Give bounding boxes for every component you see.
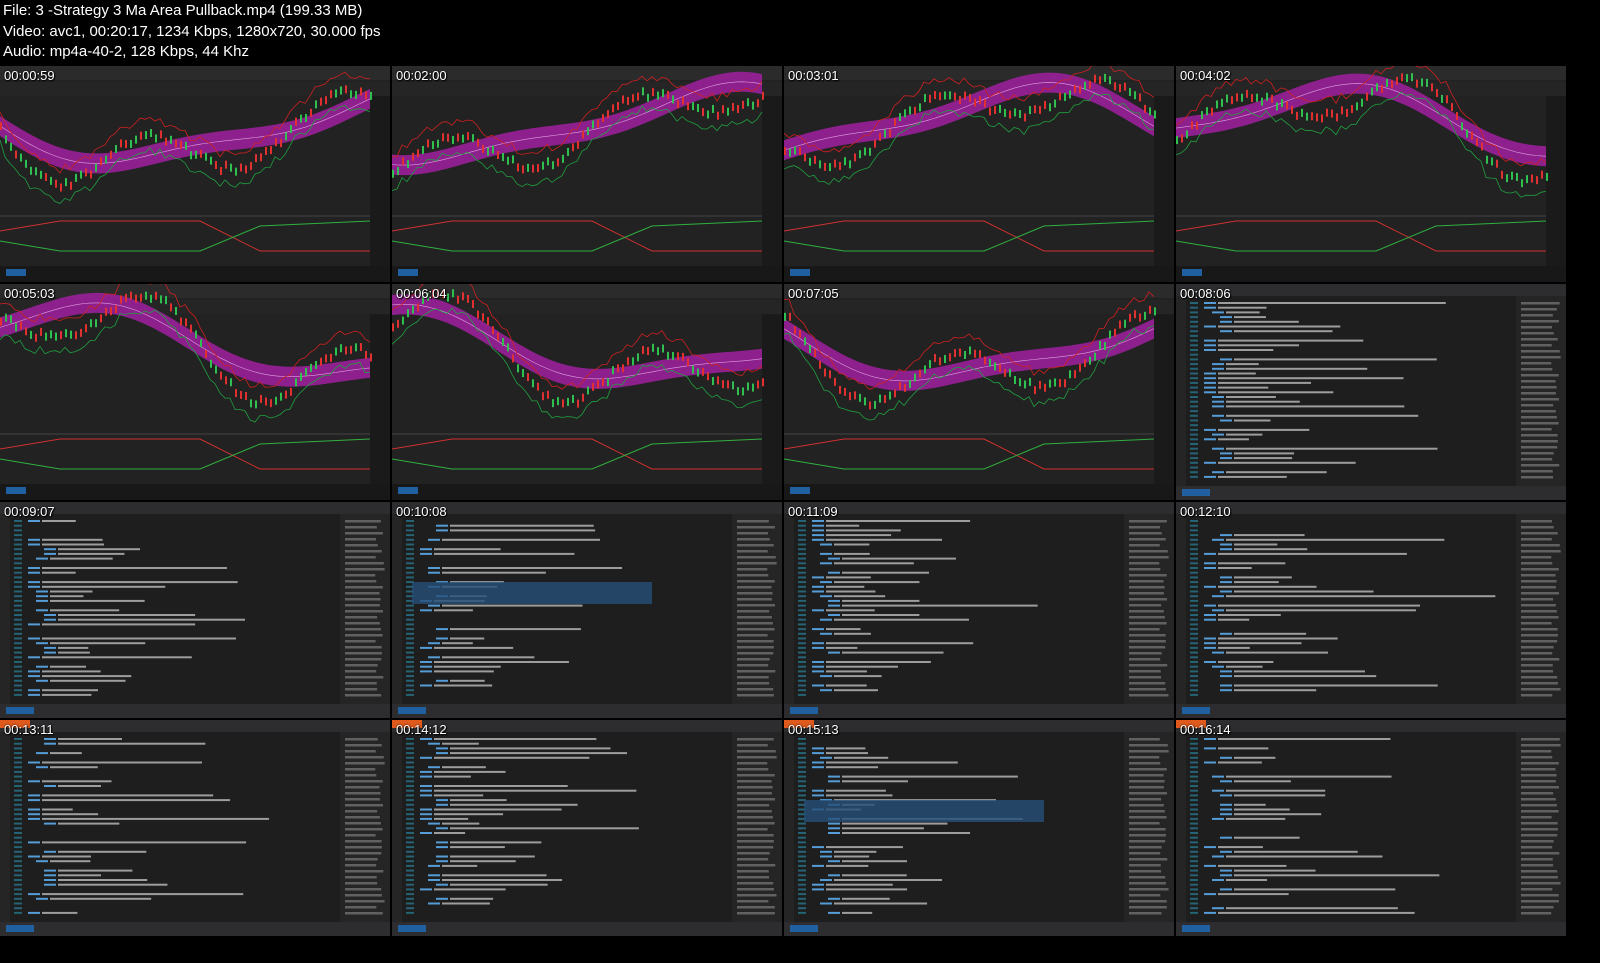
frame-timestamp: 00:05:03 bbox=[4, 286, 55, 301]
frame-timestamp: 00:07:05 bbox=[788, 286, 839, 301]
code-editor-screenshot bbox=[0, 502, 390, 718]
video-frame-thumbnail: 00:00:59 bbox=[0, 66, 390, 282]
frame-timestamp: 00:00:59 bbox=[4, 68, 55, 83]
code-editor-screenshot bbox=[1176, 284, 1566, 500]
frame-timestamp: 00:08:06 bbox=[1180, 286, 1231, 301]
video-frame-thumbnail: 00:12:10 bbox=[1176, 502, 1566, 718]
frame-timestamp: 00:02:00 bbox=[396, 68, 447, 83]
code-editor-screenshot bbox=[1176, 502, 1566, 718]
frame-timestamp: 00:06:04 bbox=[396, 286, 447, 301]
video-frame-thumbnail: 00:16:14 bbox=[1176, 720, 1566, 936]
chart-screenshot bbox=[0, 284, 390, 500]
video-frame-thumbnail: 00:02:00 bbox=[392, 66, 782, 282]
code-editor-screenshot bbox=[784, 720, 1174, 936]
video-frame-thumbnail: 00:04:02 bbox=[1176, 66, 1566, 282]
video-frame-thumbnail: 00:14:12 bbox=[392, 720, 782, 936]
chart-screenshot bbox=[392, 284, 782, 500]
file-info: File: 3 -Strategy 3 Ma Area Pullback.mp4… bbox=[3, 1, 381, 63]
video-frame-thumbnail: 00:08:06 bbox=[1176, 284, 1566, 500]
chart-screenshot bbox=[784, 66, 1174, 282]
video-frame-thumbnail: 00:03:01 bbox=[784, 66, 1174, 282]
frame-timestamp: 00:16:14 bbox=[1180, 722, 1231, 737]
video-frame-thumbnail: 00:06:04 bbox=[392, 284, 782, 500]
code-editor-screenshot bbox=[1176, 720, 1566, 936]
frame-timestamp: 00:14:12 bbox=[396, 722, 447, 737]
frame-timestamp: 00:10:08 bbox=[396, 504, 447, 519]
video-frame-thumbnail: 00:09:07 bbox=[0, 502, 390, 718]
chart-screenshot bbox=[1176, 66, 1566, 282]
code-editor-screenshot bbox=[392, 502, 782, 718]
code-editor-screenshot bbox=[0, 720, 390, 936]
video-line: Video: avc1, 00:20:17, 1234 Kbps, 1280x7… bbox=[3, 22, 381, 40]
frame-timestamp: 00:04:02 bbox=[1180, 68, 1231, 83]
frame-timestamp: 00:15:13 bbox=[788, 722, 839, 737]
video-frame-thumbnail: 00:15:13 bbox=[784, 720, 1174, 936]
video-frame-thumbnail: 00:10:08 bbox=[392, 502, 782, 718]
video-frame-thumbnail: 00:07:05 bbox=[784, 284, 1174, 500]
code-editor-screenshot bbox=[784, 502, 1174, 718]
frame-timestamp: 00:12:10 bbox=[1180, 504, 1231, 519]
chart-screenshot bbox=[392, 66, 782, 282]
chart-screenshot bbox=[0, 66, 390, 282]
video-frame-thumbnail: 00:05:03 bbox=[0, 284, 390, 500]
thumbnail-grid: 00:00:59 00:02:00 00:03:01 00:04:02 00:05:03… bbox=[0, 66, 1568, 936]
file-line: File: 3 -Strategy 3 Ma Area Pullback.mp4… bbox=[3, 2, 363, 19]
video-frame-thumbnail: 00:13:11 bbox=[0, 720, 390, 936]
frame-timestamp: 00:03:01 bbox=[788, 68, 839, 83]
chart-screenshot bbox=[784, 284, 1174, 500]
frame-timestamp: 00:13:11 bbox=[4, 722, 54, 737]
audio-line: Audio: mp4a-40-2, 128 Kbps, 44 Khz bbox=[3, 43, 249, 60]
frame-timestamp: 00:11:09 bbox=[788, 504, 838, 519]
frame-timestamp: 00:09:07 bbox=[4, 504, 55, 519]
code-editor-screenshot bbox=[392, 720, 782, 936]
video-frame-thumbnail: 00:11:09 bbox=[784, 502, 1174, 718]
